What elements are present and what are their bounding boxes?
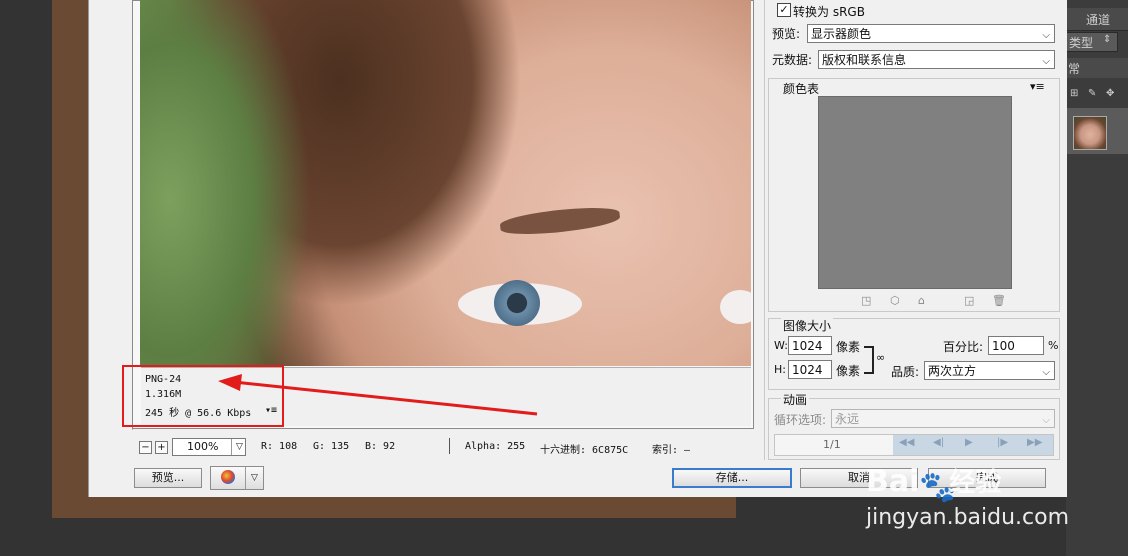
convert-srgb-checkbox[interactable]: ✓ bbox=[777, 3, 791, 17]
preview-button[interactable]: 预览... bbox=[134, 468, 202, 488]
lock-pixels-icon[interactable]: ⊞ bbox=[1070, 88, 1078, 99]
chevron-down-icon: ▽ bbox=[245, 467, 263, 489]
quality-label: 品质: bbox=[891, 365, 920, 379]
color-table-menu-icon[interactable]: ▾≡ bbox=[1030, 80, 1045, 93]
metadata-select[interactable]: 版权和联系信息 ⌵ bbox=[818, 50, 1055, 69]
frame-counter: 1/1 bbox=[823, 438, 841, 451]
percent-label: 百分比: bbox=[943, 340, 984, 354]
hex-value: 十六进制: 6C875C bbox=[540, 445, 629, 456]
link-icon[interactable]: ∞ bbox=[876, 351, 885, 364]
chevron-down-icon: ⌵ bbox=[1042, 30, 1050, 41]
browser-select[interactable]: ▽ bbox=[210, 466, 264, 490]
loop-options-label: 循环选项: bbox=[774, 413, 827, 427]
alpha-value: Alpha: 255 bbox=[465, 441, 526, 452]
zoom-select[interactable]: 100% ▽ bbox=[172, 438, 246, 456]
zoom-out-button[interactable]: − bbox=[139, 441, 152, 454]
layers-panel: 通道 类型 ⇕ 常 ⊞ ✎ ✥ bbox=[1066, 0, 1128, 556]
play-icon[interactable]: ▶ bbox=[965, 437, 973, 448]
watermark-logo-suffix: 经验 bbox=[949, 468, 1002, 498]
move-icon[interactable]: ✥ bbox=[1106, 88, 1114, 99]
width-input[interactable]: 1024 bbox=[788, 336, 832, 355]
lock-icon[interactable]: ⌂ bbox=[918, 294, 925, 307]
iris-shape bbox=[494, 280, 540, 326]
animation-title: 动画 bbox=[781, 391, 810, 408]
layer-thumbnail bbox=[1073, 116, 1107, 150]
convert-srgb-label: 转换为 sRGB bbox=[793, 5, 865, 19]
zoom-in-button[interactable]: + bbox=[155, 441, 168, 454]
percent-value: 100 bbox=[992, 339, 1015, 353]
loop-options-select[interactable]: 永远 ⌵ bbox=[831, 409, 1055, 428]
eye-shape-right bbox=[720, 290, 751, 324]
constrain-bracket bbox=[864, 346, 874, 374]
web-shift-icon[interactable]: ⬡ bbox=[890, 294, 900, 307]
preview-mode-select[interactable]: 显示器颜色 ⌵ bbox=[807, 24, 1055, 43]
image-size-title: 图像大小 bbox=[781, 317, 834, 334]
quality-value: 两次立方 bbox=[928, 364, 977, 378]
last-frame-icon[interactable]: ▶▶ bbox=[1027, 437, 1042, 448]
percent-sign: % bbox=[1048, 339, 1059, 352]
chevron-down-icon: ▽ bbox=[231, 439, 247, 455]
previous-frame-icon[interactable]: ◀| bbox=[933, 437, 944, 448]
tab-channels[interactable]: 通道 bbox=[1086, 11, 1110, 28]
playback-buttons: ◀◀ ◀| ▶ |▶ ▶▶ bbox=[893, 435, 1053, 455]
watermark-url: jingyan.baidu.com bbox=[866, 505, 1070, 530]
green-value: G: 135 bbox=[313, 441, 350, 452]
blue-value: B: 92 bbox=[365, 441, 396, 452]
percent-input[interactable]: 100 bbox=[988, 336, 1044, 355]
settings-divider bbox=[764, 0, 765, 460]
height-unit: 像素 bbox=[836, 364, 861, 378]
color-table-title: 颜色表 bbox=[781, 80, 822, 97]
annotation-arrow bbox=[218, 374, 538, 416]
frame-controls: 1/1 ◀◀ ◀| ▶ |▶ ▶▶ bbox=[774, 434, 1054, 456]
index-value: 索引: — bbox=[652, 445, 691, 456]
first-frame-icon[interactable]: ◀◀ bbox=[899, 437, 914, 448]
eyebrow-shape bbox=[499, 203, 621, 239]
height-label: H: bbox=[774, 363, 786, 376]
quality-select[interactable]: 两次立方 ⌵ bbox=[924, 361, 1055, 380]
updown-icon: ⇕ bbox=[1103, 34, 1112, 45]
status-divider bbox=[449, 438, 450, 454]
next-frame-icon[interactable]: |▶ bbox=[997, 437, 1008, 448]
chevron-down-icon: ⌵ bbox=[1042, 56, 1050, 67]
height-input[interactable]: 1024 bbox=[788, 360, 832, 379]
zoom-value: 100% bbox=[187, 440, 219, 453]
map-colors-icon[interactable]: ◳ bbox=[861, 294, 871, 307]
loop-options-value: 永远 bbox=[835, 412, 860, 426]
lock-icons: ⊞ ✎ ✥ bbox=[1066, 88, 1128, 102]
preview-mode-label: 预览: bbox=[772, 27, 801, 41]
blend-mode-label: 常 bbox=[1068, 62, 1081, 76]
paw-icon: 🐾 bbox=[919, 469, 957, 505]
watermark-logo: Bai🐾经验 bbox=[866, 462, 1002, 505]
panel-tab-bar: 通道 bbox=[1066, 8, 1128, 31]
filter-type-label: 类型 bbox=[1069, 36, 1094, 50]
red-value: R: 108 bbox=[261, 441, 298, 452]
width-label: W: bbox=[774, 339, 788, 352]
layer-filter-select[interactable]: 类型 ⇕ bbox=[1066, 32, 1118, 52]
new-color-icon[interactable]: ◲ bbox=[964, 294, 974, 307]
brush-icon[interactable]: ✎ bbox=[1088, 88, 1096, 99]
chevron-down-icon: ⌵ bbox=[1042, 367, 1050, 378]
preview-image[interactable] bbox=[140, 0, 751, 366]
save-button[interactable]: 存储... bbox=[672, 468, 792, 488]
watermark-logo-text: Bai bbox=[866, 464, 920, 499]
browser-icon bbox=[221, 470, 235, 484]
metadata-label: 元数据: bbox=[772, 53, 813, 67]
width-value: 1024 bbox=[792, 339, 823, 353]
width-unit: 像素 bbox=[836, 340, 861, 354]
preview-mode-value: 显示器颜色 bbox=[811, 27, 872, 41]
color-table-swatches[interactable] bbox=[818, 96, 1012, 289]
chevron-down-icon: ⌵ bbox=[1042, 415, 1050, 426]
trash-icon[interactable]: 🗑 bbox=[992, 294, 1006, 307]
metadata-value: 版权和联系信息 bbox=[822, 53, 907, 67]
height-value: 1024 bbox=[792, 363, 823, 377]
blend-mode-select[interactable]: 常 bbox=[1066, 58, 1128, 78]
